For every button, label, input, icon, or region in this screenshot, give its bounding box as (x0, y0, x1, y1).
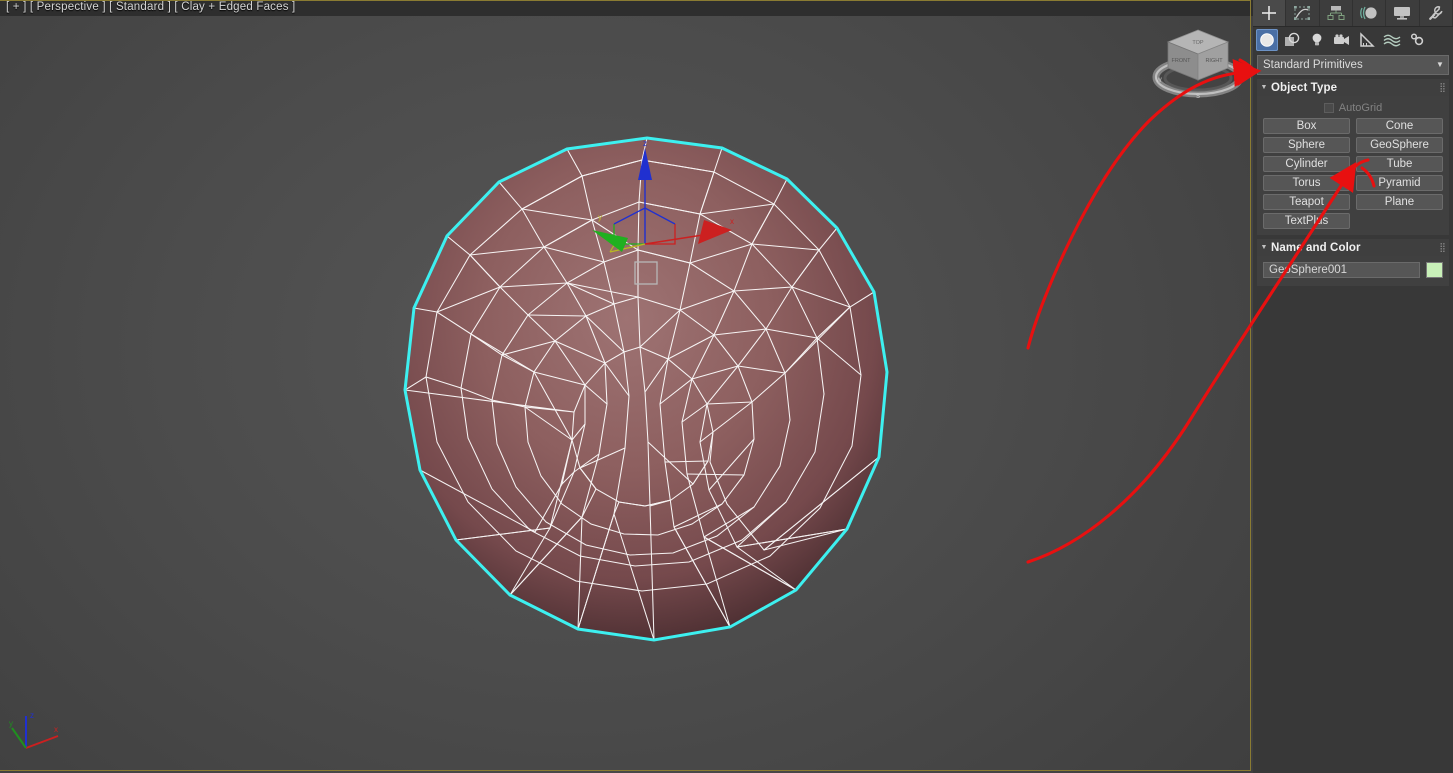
hierarchy-icon (1327, 6, 1345, 20)
primitive-button-textplus[interactable]: TextPlus (1263, 213, 1350, 229)
svg-text:E: E (1236, 78, 1240, 84)
name-and-color-rollout: ▼ Name and Color ⣿ GeoSphere001 (1257, 239, 1449, 286)
primitive-button-grid: Box Cone Sphere GeoSphere Cylinder Tube … (1263, 118, 1443, 229)
object-type-rollout-header[interactable]: ▼ Object Type ⣿ (1257, 79, 1449, 96)
camera-icon (1334, 34, 1349, 45)
primitive-button-cone[interactable]: Cone (1356, 118, 1443, 134)
waves-icon (1383, 34, 1401, 47)
svg-text:y: y (9, 719, 13, 728)
subtab-helpers[interactable] (1356, 29, 1378, 51)
primitive-button-pyramid[interactable]: Pyramid (1356, 175, 1443, 191)
gears-icon (1410, 33, 1424, 46)
motion-icon (1360, 6, 1377, 20)
tab-motion[interactable] (1352, 0, 1387, 26)
tab-display[interactable] (1386, 0, 1420, 26)
object-type-rollout: ▼ Object Type ⣿ AutoGrid Box Cone Sphere… (1257, 79, 1449, 235)
chevron-down-icon: ▼ (1436, 60, 1444, 69)
autogrid-row[interactable]: AutoGrid (1263, 100, 1443, 115)
modify-icon (1294, 6, 1311, 20)
object-color-swatch[interactable] (1426, 262, 1443, 278)
3ds-max-window: [ + ] [ Perspective ] [ Standard ] [ Cla… (0, 0, 1453, 773)
object-type-rollout-body: AutoGrid Box Cone Sphere GeoSphere Cylin… (1257, 96, 1449, 235)
sphere-icon (1260, 33, 1274, 47)
svg-text:S: S (1196, 94, 1200, 100)
collapse-triangle-icon: ▼ (1260, 84, 1268, 91)
autogrid-checkbox[interactable] (1323, 102, 1334, 113)
collapse-triangle-icon: ▼ (1260, 244, 1268, 251)
svg-text:y: y (598, 213, 602, 222)
perspective-viewport[interactable]: [ + ] [ Perspective ] [ Standard ] [ Cla… (0, 0, 1253, 773)
plus-icon (1262, 6, 1277, 20)
view-cube[interactable]: W E S TOP FRONT RIGHT (1150, 22, 1246, 106)
name-and-color-rollout-body: GeoSphere001 (1257, 256, 1449, 286)
name-and-color-row: GeoSphere001 (1263, 260, 1443, 280)
subtab-lights[interactable] (1306, 29, 1328, 51)
primitive-button-plane[interactable]: Plane (1356, 194, 1443, 210)
tab-create[interactable] (1253, 0, 1287, 26)
svg-text:z: z (643, 139, 647, 148)
svg-text:x: x (730, 217, 734, 226)
subtab-space-warps[interactable] (1381, 29, 1403, 51)
command-panel-main-tabs (1253, 0, 1453, 27)
wrench-icon (1428, 6, 1443, 20)
grip-dots-icon: ⣿ (1439, 242, 1446, 252)
svg-text:z: z (30, 711, 34, 720)
tab-modify[interactable] (1286, 0, 1320, 26)
svg-text:FRONT: FRONT (1172, 58, 1192, 64)
primitive-button-box[interactable]: Box (1263, 118, 1350, 134)
lightbulb-icon (1312, 33, 1322, 46)
primitive-button-geosphere[interactable]: GeoSphere (1356, 137, 1443, 153)
subtab-geometry[interactable] (1256, 29, 1278, 51)
tab-hierarchy[interactable] (1319, 0, 1353, 26)
primitive-category-dropdown[interactable]: Standard Primitives ▼ (1257, 55, 1449, 75)
primitive-button-tube[interactable]: Tube (1356, 156, 1443, 172)
ruler-icon (1360, 32, 1375, 47)
primitive-button-teapot[interactable]: Teapot (1263, 194, 1350, 210)
svg-text:W: W (1156, 78, 1162, 84)
svg-text:TOP: TOP (1192, 40, 1204, 46)
svg-text:RIGHT: RIGHT (1205, 58, 1223, 64)
grip-dots-icon: ⣿ (1439, 82, 1446, 92)
subtab-cameras[interactable] (1331, 29, 1353, 51)
primitive-button-sphere[interactable]: Sphere (1263, 137, 1350, 153)
name-and-color-title: Name and Color (1271, 241, 1361, 254)
world-axis-tripod: z x y (8, 706, 70, 762)
primitive-button-torus[interactable]: Torus (1263, 175, 1350, 191)
shapes-icon (1285, 32, 1300, 46)
display-icon (1394, 7, 1411, 20)
tab-utilities[interactable] (1419, 0, 1453, 26)
geosphere-object[interactable]: z x y (392, 132, 902, 648)
object-type-title: Object Type (1271, 81, 1338, 94)
name-and-color-rollout-header[interactable]: ▼ Name and Color ⣿ (1257, 239, 1449, 256)
object-name-input[interactable]: GeoSphere001 (1263, 262, 1420, 278)
command-panel: Standard Primitives ▼ ▼ Object Type ⣿ Au… (1253, 0, 1453, 773)
autogrid-label: AutoGrid (1338, 101, 1383, 114)
primitive-button-cylinder[interactable]: Cylinder (1263, 156, 1350, 172)
command-panel-sub-tabs (1253, 27, 1453, 53)
subtab-shapes[interactable] (1281, 29, 1303, 51)
primitive-category-value: Standard Primitives (1263, 59, 1363, 71)
viewport-label[interactable]: [ + ] [ Perspective ] [ Standard ] [ Cla… (6, 1, 295, 13)
subtab-systems[interactable] (1406, 29, 1428, 51)
svg-text:x: x (54, 725, 58, 734)
